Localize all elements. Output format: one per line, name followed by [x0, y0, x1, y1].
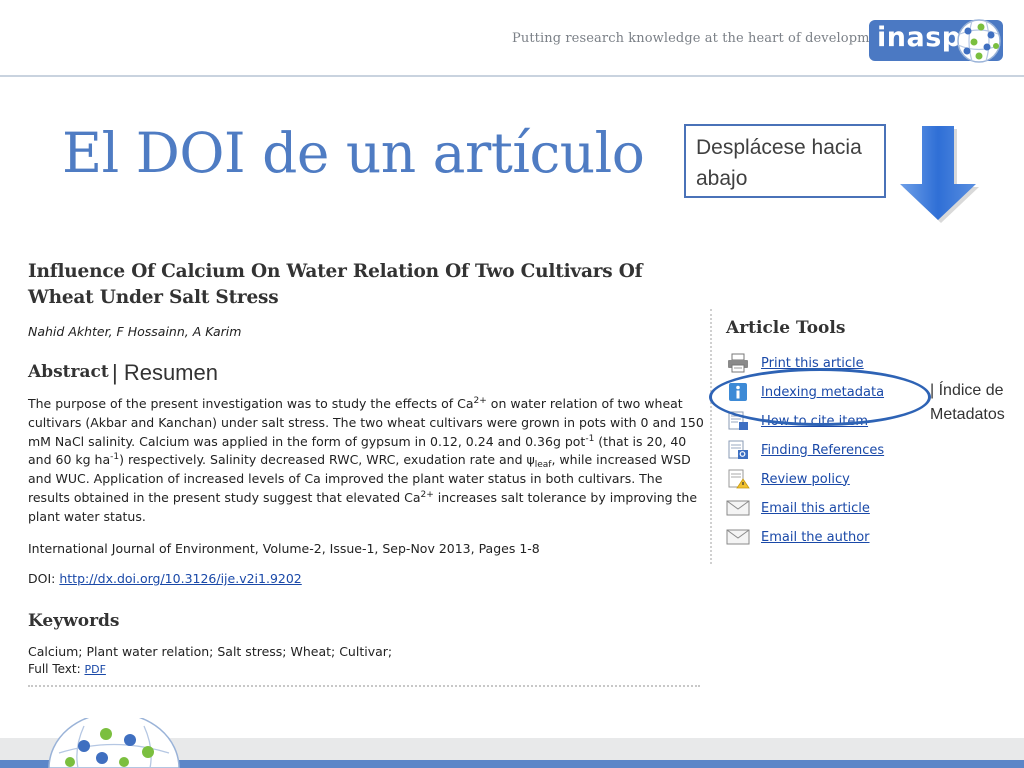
tool-label[interactable]: Email this article	[761, 501, 870, 516]
tool-email-author[interactable]: Email the author	[726, 526, 870, 548]
doi-label: DOI:	[28, 571, 60, 586]
globe-logo-icon	[957, 19, 1001, 63]
journal-citation: International Journal of Environment, Vo…	[28, 541, 540, 556]
slide-title: El DOI de un artículo	[62, 121, 645, 185]
search-doc-icon	[728, 440, 748, 459]
arrow-down-icon	[900, 126, 979, 223]
tool-review-policy[interactable]: Review policy	[726, 468, 850, 490]
resumen-callout: | Resumen	[112, 360, 218, 385]
metadata-callout-line2: Metadatos	[930, 406, 1005, 423]
tool-label[interactable]: Review policy	[761, 472, 850, 487]
envelope-icon	[726, 500, 750, 516]
abstract-heading: Abstract	[28, 362, 109, 382]
printer-icon	[728, 353, 748, 373]
warning-doc-icon	[728, 469, 750, 489]
tool-label[interactable]: Email the author	[761, 530, 870, 545]
tools-divider	[710, 309, 712, 564]
abstract-text: The purpose of the present investigation…	[28, 396, 704, 524]
article-divider	[28, 685, 700, 687]
pdf-link[interactable]: PDF	[84, 663, 105, 676]
header-divider	[0, 75, 1024, 77]
tool-email-article[interactable]: Email this article	[726, 497, 870, 519]
envelope-icon	[726, 529, 750, 545]
keywords-list: Calcium; Plant water relation; Salt stre…	[28, 644, 393, 659]
metadata-index-callout: | Índice de Metadatos	[930, 379, 1005, 427]
article-tools-heading: Article Tools	[726, 318, 846, 338]
doi-link[interactable]: http://dx.doi.org/10.3126/ije.v2i1.9202	[59, 571, 301, 586]
footer-globe-icon	[48, 718, 180, 768]
fulltext-line: Full Text: PDF	[28, 662, 106, 676]
highlight-ellipse	[709, 368, 931, 426]
tool-finding-references[interactable]: Finding References	[726, 439, 884, 461]
tool-label[interactable]: Finding References	[761, 443, 884, 458]
scroll-down-callout: Desplácese hacia abajo	[684, 124, 886, 198]
metadata-callout-line1: | Índice de	[930, 382, 1004, 399]
keywords-heading: Keywords	[28, 611, 120, 631]
doi-line: DOI: http://dx.doi.org/10.3126/ije.v2i1.…	[28, 571, 302, 586]
fulltext-label: Full Text:	[28, 662, 85, 676]
article-authors: Nahid Akhter, F Hossainn, A Karim	[28, 324, 242, 339]
inasp-logo-text: inasp	[877, 22, 962, 53]
header-tagline: Putting research knowledge at the heart …	[512, 31, 892, 46]
article-title: Influence Of Calcium On Water Relation O…	[28, 261, 643, 308]
